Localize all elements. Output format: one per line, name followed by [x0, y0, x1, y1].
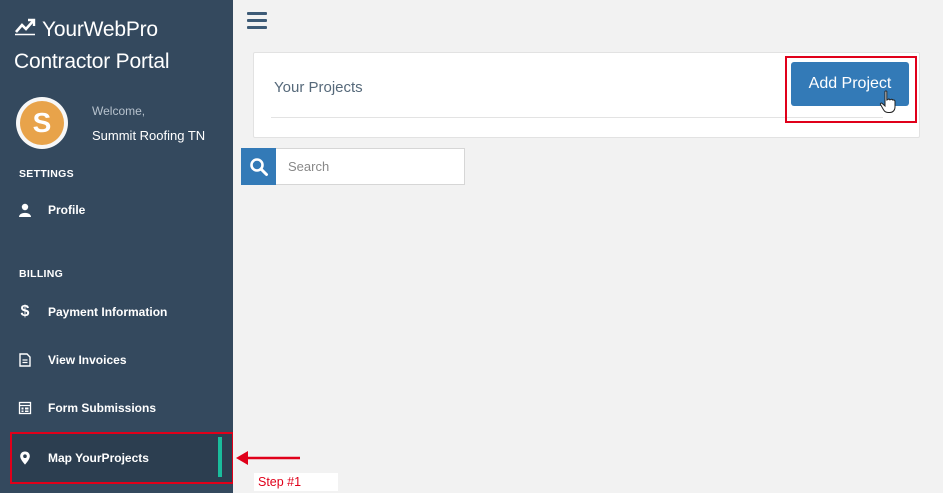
top-bar [233, 0, 943, 42]
annotation-arrow-icon [236, 451, 300, 465]
brand-subtitle: Contractor Portal [14, 50, 170, 73]
section-billing: BILLING [19, 268, 64, 280]
form-icon [16, 399, 34, 417]
panel-title: Your Projects [274, 79, 363, 96]
annotation-highlight-sidebar [10, 432, 234, 484]
main-content: Your Projects Add Project [233, 42, 943, 493]
document-icon [16, 351, 34, 369]
brand-title: YourWebPro [42, 17, 158, 41]
sidebar-item-profile[interactable]: Profile [14, 196, 233, 224]
avatar-letter: S [20, 101, 64, 145]
sidebar-item-view-invoices[interactable]: View Invoices [14, 346, 233, 374]
search-icon [249, 157, 268, 176]
user-name: Summit Roofing TN [92, 128, 206, 143]
brand[interactable]: YourWebPro Contractor Portal [14, 16, 170, 75]
step-label: Step #1 [254, 473, 338, 491]
sidebar-item-payment-information[interactable]: $ Payment Information [14, 298, 233, 326]
trend-chart-icon [14, 16, 42, 43]
avatar[interactable]: S [16, 97, 68, 149]
search-bar [241, 148, 465, 185]
search-input[interactable] [276, 148, 465, 185]
sidebar-item-label: Form Submissions [48, 401, 157, 415]
hand-cursor-icon [879, 90, 896, 113]
sidebar-item-label: Profile [48, 203, 86, 217]
dollar-icon: $ [20, 303, 30, 320]
menu-toggle-icon[interactable] [247, 12, 267, 29]
sidebar-item-label: View Invoices [48, 353, 127, 367]
app-root: YourWebPro Contractor Portal S Welcome, … [0, 0, 943, 493]
search-button[interactable] [241, 148, 276, 185]
sidebar-item-form-submissions[interactable]: Form Submissions [14, 394, 233, 422]
sidebar-item-label: Payment Information [48, 305, 168, 319]
user-icon [16, 201, 34, 219]
sidebar: YourWebPro Contractor Portal S Welcome, … [0, 0, 233, 493]
section-settings: SETTINGS [19, 168, 74, 180]
welcome-text: Welcome, [92, 104, 146, 118]
